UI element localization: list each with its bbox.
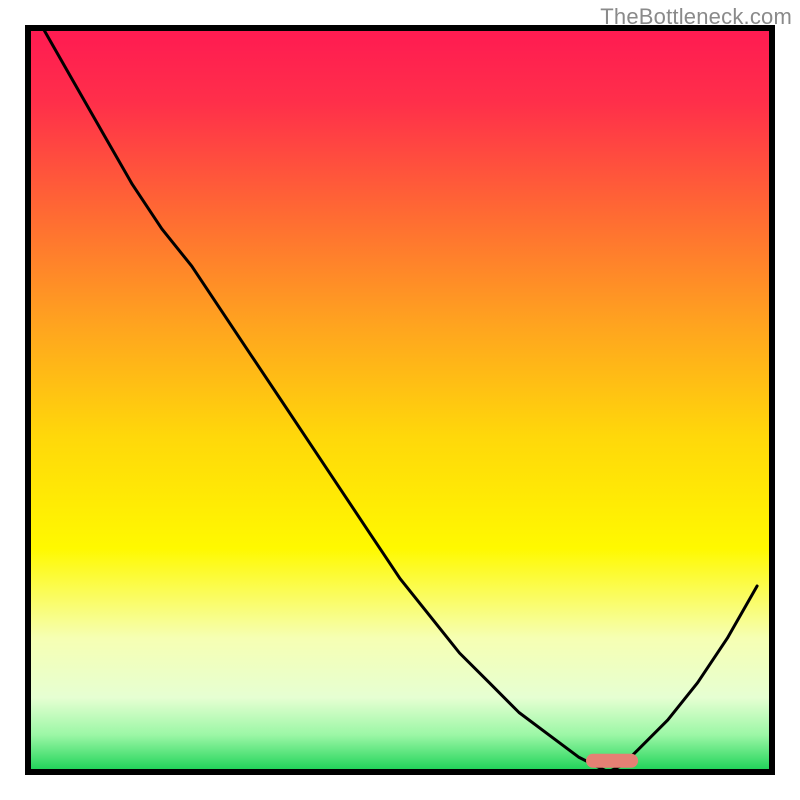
chart-container: TheBottleneck.com bbox=[0, 0, 800, 800]
watermark-text: TheBottleneck.com bbox=[600, 4, 792, 30]
plot-background bbox=[28, 28, 772, 772]
chart-svg bbox=[0, 0, 800, 800]
trough-marker bbox=[586, 754, 638, 768]
